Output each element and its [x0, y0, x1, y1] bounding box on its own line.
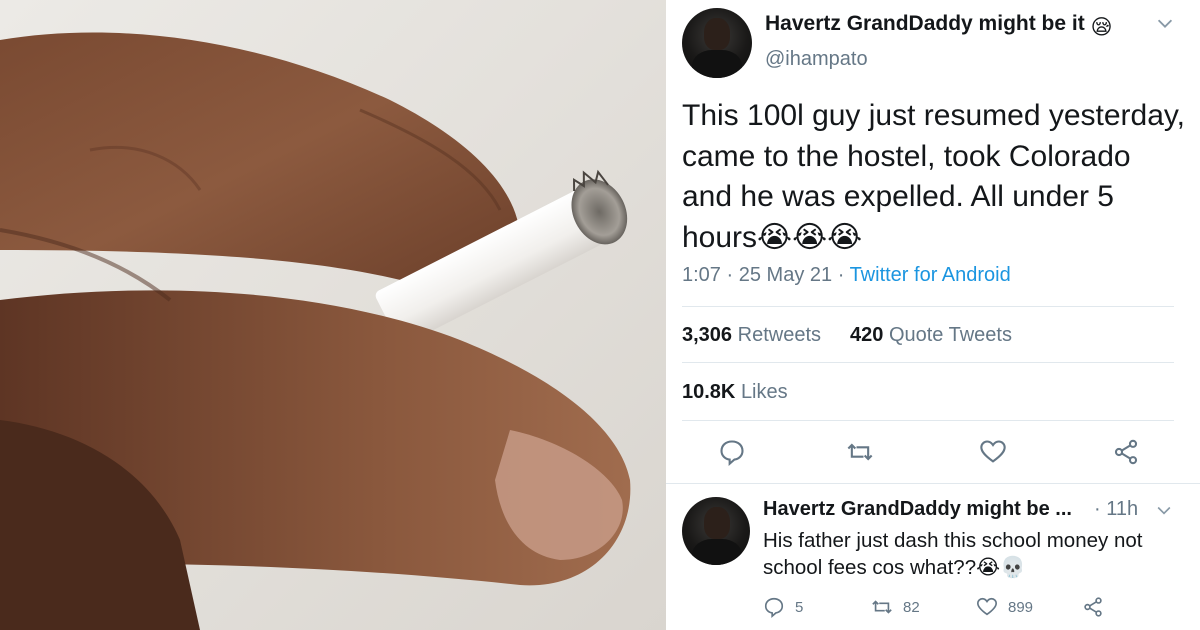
chevron-down-icon[interactable] — [1154, 500, 1174, 520]
reply-time[interactable]: · 11h — [1094, 498, 1138, 521]
like-count: 899 — [1008, 598, 1034, 616]
tweet-time[interactable]: 1:07 — [682, 264, 721, 286]
divider — [666, 483, 1200, 484]
reply-avatar[interactable] — [682, 497, 750, 565]
sleepy-face-emoji: 😪 — [1090, 16, 1113, 39]
tweet-source[interactable]: Twitter for Android — [850, 264, 1011, 286]
display-name[interactable]: Havertz GrandDaddy might be it 😪 — [765, 12, 1112, 40]
share-icon — [1084, 597, 1102, 617]
reply-icon — [764, 597, 784, 618]
tweet-text: This 100l guy just resumed yesterday, ca… — [682, 99, 1186, 254]
crying-skull-emoji: 😭💀 — [976, 556, 1026, 579]
divider — [682, 306, 1174, 307]
avatar[interactable] — [682, 8, 752, 78]
likes-stat[interactable]: 10.8K Likes — [682, 381, 788, 404]
heart-icon[interactable] — [979, 438, 1007, 466]
retweet-icon[interactable] — [846, 438, 874, 466]
chevron-down-icon[interactable] — [1154, 12, 1176, 34]
divider — [682, 362, 1174, 363]
tweet-card: Havertz GrandDaddy might be it 😪 @ihampa… — [666, 0, 1200, 630]
tweet-date[interactable]: 25 May 21 — [739, 264, 832, 286]
handle[interactable]: @ihampato — [765, 48, 868, 71]
divider — [682, 420, 1174, 421]
reply-count: 5 — [795, 598, 804, 616]
share-icon[interactable] — [1112, 438, 1140, 466]
reply-reply-button[interactable]: 5 — [763, 596, 803, 618]
reply-like-button[interactable]: 899 — [976, 596, 1033, 618]
heart-icon — [977, 597, 997, 616]
reply-retweet-button[interactable]: 82 — [871, 596, 920, 618]
tweet-meta: 1:07 · 25 May 21 · Twitter for Android — [682, 264, 1011, 286]
reply-text: His father just dash this school money n… — [763, 529, 1143, 579]
reply-icon[interactable] — [718, 438, 746, 466]
crying-face-emoji: 😭😭😭 — [757, 220, 863, 254]
reply-display-name[interactable]: Havertz GrandDaddy might be ... — [763, 498, 1072, 521]
retweets-stat[interactable]: 3,306 Retweets — [682, 324, 821, 347]
retweet-count: 82 — [903, 598, 920, 616]
reply-share-button[interactable] — [1082, 596, 1104, 618]
hand-holding-cigarette-photo — [0, 0, 666, 630]
retweet-icon — [872, 600, 892, 614]
quote-tweets-stat[interactable]: 420 Quote Tweets — [850, 324, 1012, 347]
